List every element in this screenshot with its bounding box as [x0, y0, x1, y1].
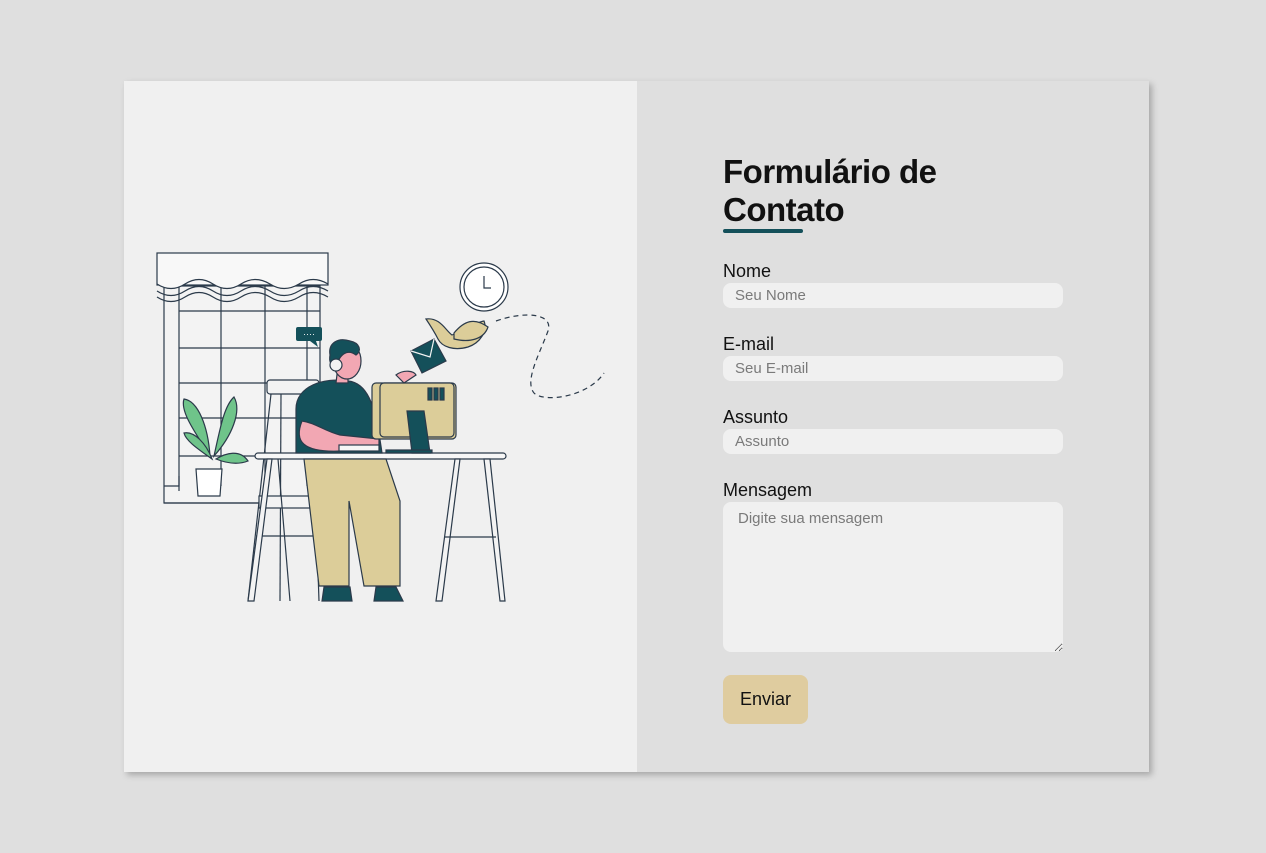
- email-field[interactable]: [723, 356, 1063, 381]
- svg-text:····: ····: [303, 329, 315, 339]
- title-underline: [723, 229, 803, 233]
- flight-path-icon: [495, 314, 605, 399]
- name-label: Nome: [723, 261, 772, 281]
- person-working-at-computer-illustration: ····: [156, 252, 605, 602]
- window-icon: [156, 252, 329, 504]
- email-label: E-mail: [723, 334, 775, 354]
- subject-field[interactable]: [723, 429, 1063, 454]
- contact-card: ···· Formulário de Contato Nome E-mail A…: [124, 81, 1149, 772]
- form-panel: Formulário de Contato Nome E-mail Assunt…: [637, 81, 1149, 772]
- name-field[interactable]: [723, 283, 1063, 308]
- page-title: Formulário de Contato: [723, 153, 937, 228]
- subject-label: Assunto: [723, 407, 789, 427]
- message-label: Mensagem: [723, 480, 813, 500]
- illustration-panel: ····: [124, 81, 637, 772]
- contact-form: Formulário de Contato Nome E-mail Assunt…: [723, 153, 1063, 724]
- envelope-icon: [410, 338, 447, 374]
- clock-icon: [459, 262, 509, 312]
- message-field[interactable]: [723, 502, 1063, 652]
- submit-button[interactable]: Enviar: [723, 675, 808, 724]
- monitor-icon: [371, 370, 457, 454]
